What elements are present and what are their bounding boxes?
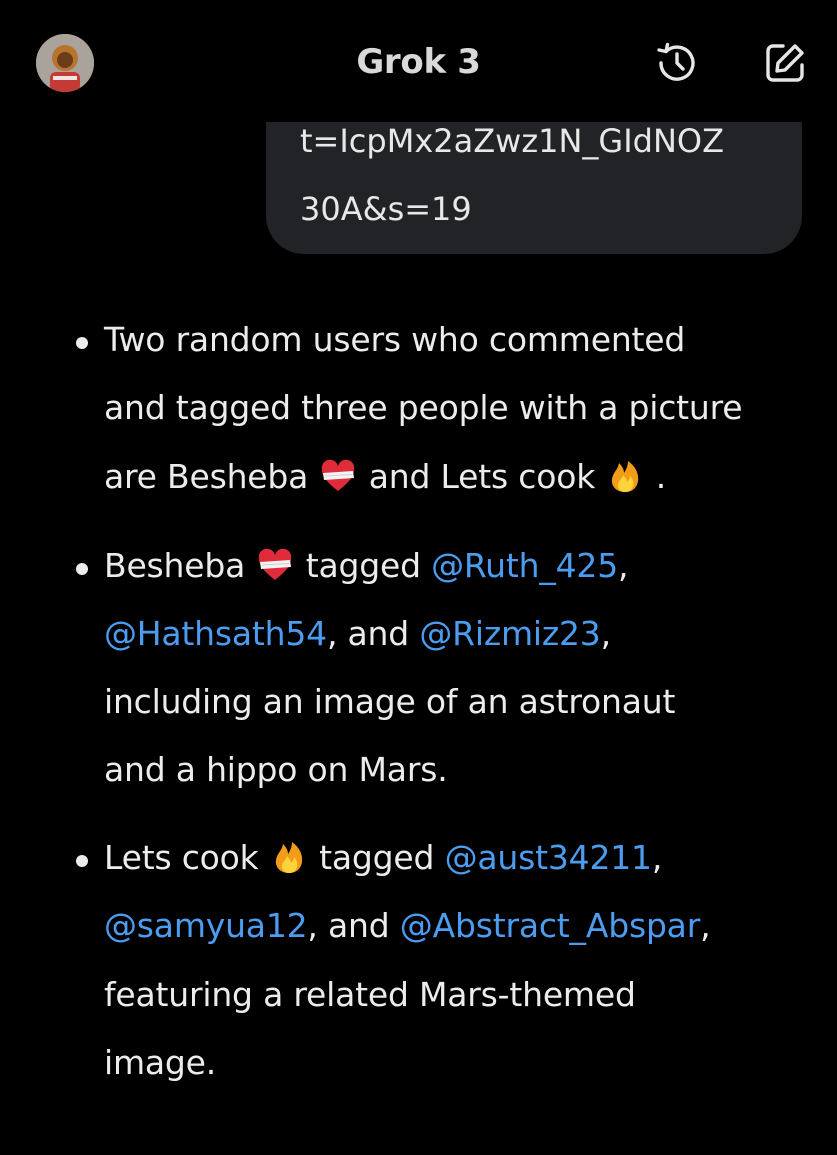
- answer-text-line: image.: [104, 1043, 217, 1082]
- answer-text: , and: [326, 614, 410, 653]
- mending-heart-emoji: [257, 547, 293, 583]
- app-header: Grok 3: [0, 0, 837, 122]
- history-icon[interactable]: [654, 40, 700, 86]
- answer-text: , and: [307, 906, 390, 945]
- mention-link[interactable]: @Abstract_Abspar: [400, 906, 700, 945]
- mending-heart-emoji: [320, 458, 356, 494]
- mention-link[interactable]: @samyua12: [104, 906, 308, 945]
- bullet-point: [76, 337, 88, 349]
- fire-emoji: [607, 458, 643, 494]
- bullet-point: [76, 855, 88, 867]
- mention-link[interactable]: @aust34211: [445, 838, 652, 877]
- answer-text: ,: [600, 614, 612, 653]
- answer-text: tagged: [305, 546, 421, 585]
- answer-text-line: and tagged three people with a picture: [104, 388, 743, 427]
- answer-text-line: including an image of an astronaut: [104, 682, 676, 721]
- answer-text-line: @Hathsath54, and @Rizmiz23,: [104, 614, 611, 653]
- answer-text: .: [655, 457, 667, 496]
- bullet-point: [76, 563, 88, 575]
- fire-emoji: [271, 839, 307, 875]
- answer-text-line: and a hippo on Mars.: [104, 750, 448, 789]
- mention-link[interactable]: @Ruth_425: [431, 546, 618, 585]
- mention-link[interactable]: @Hathsath54: [104, 614, 327, 653]
- answer-text: and Lets cook: [368, 457, 596, 496]
- answer-text: ,: [651, 838, 663, 877]
- answer-text: Besheba: [104, 546, 246, 585]
- answer-text-line: Lets cook tagged @aust34211,: [104, 838, 662, 877]
- answer-text: ,: [700, 906, 711, 945]
- answer-text-line: are Besheba and Lets cook .: [104, 457, 666, 496]
- answer-text: ,: [618, 546, 629, 585]
- answer-text-line: Two random users who commented: [104, 320, 686, 359]
- mention-link[interactable]: @Rizmiz23: [419, 614, 600, 653]
- answer-text-line: Besheba tagged @Ruth_425,: [104, 546, 629, 585]
- answer-text: are Besheba: [104, 457, 309, 496]
- answer-text-line: @samyua12, and @Abstract_Abspar,: [104, 906, 711, 945]
- page-title: Grok 3: [356, 42, 481, 82]
- answer-text: Lets cook: [104, 838, 259, 877]
- user-message-line: t=IcpMx2aZwz1N_GIdNOZ: [300, 122, 724, 160]
- edit-icon[interactable]: [762, 40, 808, 86]
- answer-text-line: featuring a related Mars-themed: [104, 975, 636, 1014]
- answer-text: tagged: [319, 838, 435, 877]
- user-message-line: 30A&s=19: [300, 190, 472, 228]
